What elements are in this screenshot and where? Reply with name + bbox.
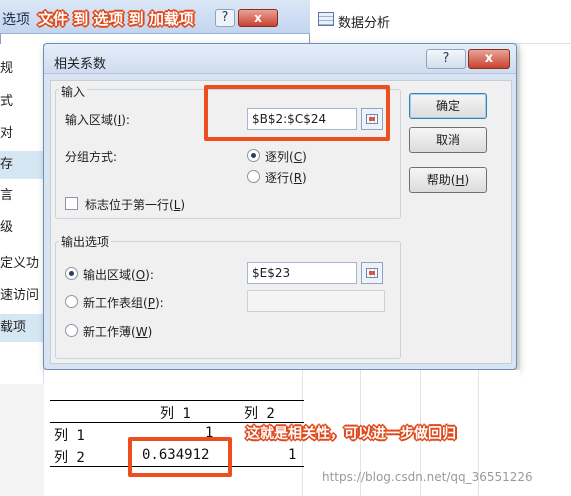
result-row2-label: 列 2 — [54, 450, 85, 466]
correlation-value-highlight — [128, 437, 232, 477]
sidebar-item-quick-access[interactable]: 速访问 — [0, 282, 44, 310]
sheet-right-area — [520, 44, 571, 496]
range-select-icon — [366, 268, 378, 278]
watermark: https://blog.csdn.net/qq_36551226 — [322, 470, 533, 484]
result-row2-col2: 1 — [288, 447, 297, 463]
excel-options-sidebar: 规 式 对 存 言 级 定义功 速访问 载项 — [0, 44, 44, 384]
sidebar-item-proofing[interactable]: 对 — [0, 120, 44, 148]
result-header-col1: 列 1 — [160, 406, 191, 422]
input-range-label: 输入区域(I): — [65, 113, 130, 127]
labels-first-row-label: 标志位于第一行(L) — [85, 198, 186, 212]
dialog-titlebar: 相关系数 ? x — [44, 44, 516, 74]
sidebar-item-addins[interactable]: 载项 — [0, 314, 44, 342]
by-column-label: 逐列(C) — [265, 150, 307, 164]
labels-first-row-checkbox[interactable] — [65, 197, 78, 210]
titlebar-help-button[interactable]: ? — [426, 49, 466, 69]
new-book-label: 新工作薄(W) — [83, 325, 153, 339]
by-column-radio[interactable] — [247, 149, 260, 162]
excel-options-title: 选项 — [2, 12, 30, 28]
new-sheet-label: 新工作表组(P): — [83, 296, 164, 310]
output-group-title: 输出选项 — [59, 233, 112, 250]
data-analysis-button[interactable]: 数据分析 — [338, 12, 390, 31]
annotation-path: 文件 到 选项 到 加载项 — [38, 10, 194, 28]
sidebar-item-general[interactable]: 规 — [0, 55, 44, 83]
new-sheet-field[interactable] — [247, 290, 385, 312]
input-group-title: 输入 — [59, 83, 88, 100]
help-button[interactable]: 帮助(H) — [409, 167, 487, 193]
sidebar-item-advanced[interactable]: 级 — [0, 214, 44, 242]
output-range-collapse-button[interactable] — [361, 262, 383, 284]
dialog-title: 相关系数 — [54, 57, 107, 72]
result-row1-label: 列 1 — [54, 428, 85, 444]
output-range-field[interactable]: $E$23 — [247, 262, 357, 284]
input-range-highlight — [204, 85, 390, 141]
cancel-button[interactable]: 取消 — [409, 127, 487, 153]
output-range-radio[interactable] — [65, 267, 78, 280]
annotation-correlation: 这就是相关性，可以进一步做回归 — [246, 426, 456, 442]
by-row-radio[interactable] — [247, 170, 260, 183]
ok-button[interactable]: 确定 — [409, 93, 487, 119]
output-range-label: 输出区域(O): — [83, 268, 154, 282]
new-sheet-radio[interactable] — [65, 295, 78, 308]
new-book-radio[interactable] — [65, 324, 78, 337]
data-analysis-icon — [318, 12, 334, 26]
result-header-col2: 列 2 — [244, 406, 275, 422]
by-row-label: 逐行(R) — [265, 171, 307, 185]
excel-options-close-button[interactable]: x — [238, 9, 278, 27]
titlebar-close-button[interactable]: x — [468, 49, 510, 69]
sidebar-item-customize-ribbon[interactable]: 定义功 — [0, 250, 44, 278]
sidebar-item-save[interactable]: 存 — [0, 151, 44, 179]
table-top-rule — [50, 400, 304, 401]
sidebar-item-formulas[interactable]: 式 — [0, 88, 44, 116]
excel-options-help-button[interactable]: ? — [215, 9, 235, 27]
grouping-label: 分组方式: — [65, 150, 118, 164]
sidebar-item-language[interactable]: 言 — [0, 182, 44, 210]
